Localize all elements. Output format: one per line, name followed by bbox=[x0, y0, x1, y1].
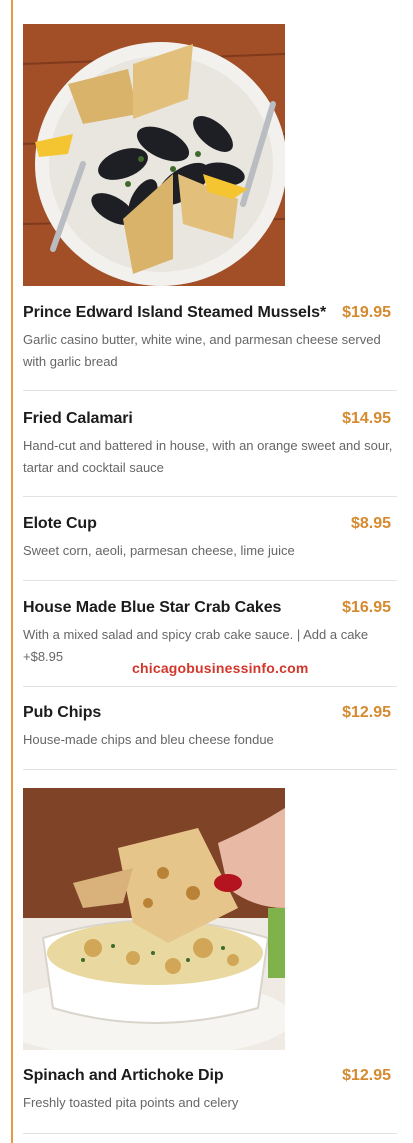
item-price: $12.95 bbox=[342, 704, 391, 721]
item-name: Fried Calamari bbox=[23, 410, 133, 427]
item-price: $8.95 bbox=[350, 515, 391, 532]
left-accent-rule bbox=[11, 0, 13, 1143]
item-name: Prince Edward Island Steamed Mussels* bbox=[23, 304, 327, 321]
divider bbox=[23, 390, 397, 391]
item-name: Elote Cup bbox=[23, 515, 97, 532]
watermark: chicagobusinessinfo.com bbox=[132, 660, 309, 676]
item-price: $16.95 bbox=[342, 599, 391, 616]
divider bbox=[23, 769, 397, 770]
item-price: $14.95 bbox=[342, 410, 391, 427]
item-description: House-made chips and bleu cheese fondue bbox=[23, 732, 274, 747]
menu-item-mussels: Prince Edward Island Steamed Mussels* $1… bbox=[23, 304, 397, 373]
item-name: Pub Chips bbox=[23, 704, 102, 721]
item-name: House Made Blue Star Crab Cakes bbox=[23, 599, 282, 616]
item-price: $12.95 bbox=[342, 1067, 391, 1084]
spinach-dip-photo bbox=[23, 788, 285, 1050]
divider bbox=[23, 1133, 397, 1134]
item-description: Freshly toasted pita points and celery bbox=[23, 1095, 239, 1110]
menu-item-crab-cakes: House Made Blue Star Crab Cakes $16.95 W… bbox=[23, 599, 397, 668]
item-price: $19.95 bbox=[342, 304, 391, 321]
menu-item-elote-cup: Elote Cup $8.95 Sweet corn, aeoli, parme… bbox=[23, 515, 397, 562]
menu-item-pub-chips: Pub Chips $12.95 House-made chips and bl… bbox=[23, 704, 397, 751]
item-description: Hand-cut and battered in house, with an … bbox=[23, 438, 393, 475]
item-description: Sweet corn, aeoli, parmesan cheese, lime… bbox=[23, 543, 295, 558]
menu-item-calamari: Fried Calamari $14.95 Hand-cut and batte… bbox=[23, 410, 397, 479]
mussels-photo bbox=[23, 24, 285, 286]
item-name: Spinach and Artichoke Dip bbox=[23, 1067, 224, 1084]
item-description: Garlic casino butter, white wine, and pa… bbox=[23, 332, 381, 369]
menu-item-spinach-dip: Spinach and Artichoke Dip $12.95 Freshly… bbox=[23, 1067, 397, 1114]
divider bbox=[23, 496, 397, 497]
divider bbox=[23, 580, 397, 581]
divider bbox=[23, 686, 397, 687]
